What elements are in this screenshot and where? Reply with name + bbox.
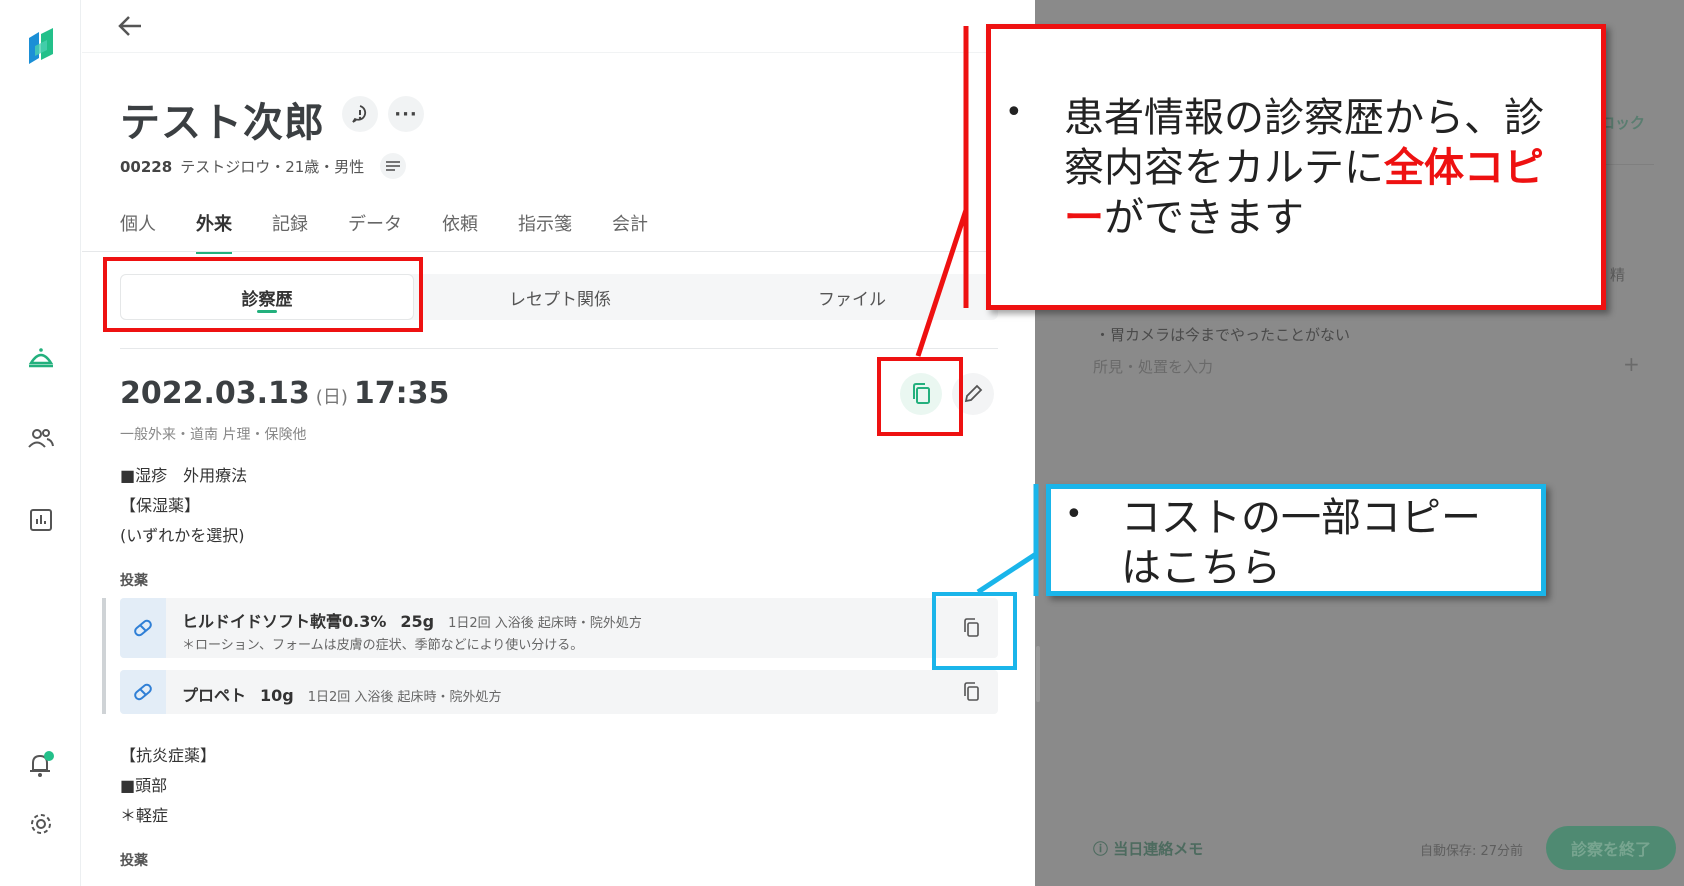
scrollbar[interactable] [1036, 646, 1040, 702]
patient-id: 00228 [120, 158, 173, 176]
pill-icon [120, 598, 166, 658]
patient-tabs: 個人 外来 記録 データ 依頼 指示箋 会計 [120, 210, 688, 254]
tab-billing[interactable]: 会計 [612, 210, 648, 254]
callout-line: はこちら [1121, 545, 1281, 591]
sidebar [0, 0, 81, 886]
med-instruction: 1日2回 入浴後 起床時・院外処方 [307, 690, 502, 705]
more-button[interactable]: ··· [388, 96, 424, 132]
med-qty: 25g [400, 612, 435, 631]
med-note: ＊ローション、フォームは皮膚の症状、季節などにより使い分ける。 [182, 638, 584, 653]
pencil-icon [964, 384, 983, 403]
divider [82, 52, 1035, 53]
callout-line: 患者情報の診察歴から、診 [1064, 95, 1544, 141]
note-line: 【保湿薬】 [120, 496, 201, 515]
subtab-files[interactable]: ファイル [706, 274, 998, 320]
app-root: テスト次郎 ··· 00228 テストジロウ・21歳・男性 個人 外来 記録 デー… [0, 0, 1684, 886]
visit-date: 2022.03.13 [120, 376, 310, 411]
add-button[interactable]: + [1623, 352, 1640, 376]
pill-icon [120, 670, 166, 714]
patient-meta: 00228 テストジロウ・21歳・男性 [120, 156, 364, 177]
gear-icon[interactable] [0, 804, 81, 844]
patient-name: テスト次郎 [120, 100, 325, 146]
highlight-visit-history [103, 257, 423, 332]
callout-line: ーができます [1064, 195, 1304, 241]
alert-icon [352, 105, 367, 123]
bullet: • [1065, 497, 1083, 532]
copy-icon [964, 682, 979, 701]
divider [82, 251, 1035, 252]
drug-section-label: 投薬 [120, 573, 148, 589]
patient-panel: テスト次郎 ··· 00228 テストジロウ・21歳・男性 個人 外来 記録 デー… [82, 0, 1035, 886]
med-group-bar [102, 598, 106, 714]
patient-details: テストジロウ・21歳・男性 [180, 158, 365, 176]
callout-line: 察内容をカルテに全体コピ [1064, 145, 1544, 191]
alert-button[interactable] [342, 96, 378, 132]
tab-requests[interactable]: 依頼 [442, 210, 478, 254]
highlight-copy-med [932, 592, 1017, 670]
tab-instructions[interactable]: 指示箋 [518, 210, 572, 254]
finish-exam-button[interactable]: 診察を終了 [1546, 826, 1676, 870]
more-icon: ··· [394, 103, 418, 125]
daily-memo-link[interactable]: ⓘ 当日連絡メモ [1093, 838, 1203, 859]
callout-full-copy: • 患者情報の診察歴から、診 察内容をカルテに全体コピ ーができます [986, 24, 1606, 310]
notification-bell-icon[interactable] [0, 744, 81, 784]
copy-med-button[interactable] [956, 676, 988, 708]
bullet: • [1005, 95, 1023, 130]
tab-outpatient[interactable]: 外来 [196, 210, 232, 254]
note-line: 【抗炎症薬】 [120, 746, 217, 765]
visit-datetime: 2022.03.13 (日) 17:35 [120, 376, 449, 411]
bell-tray-icon[interactable] [0, 338, 81, 378]
autosave-status: 自動保存: 27分前 [1420, 844, 1524, 859]
note-line: (いずれかを選択) [120, 526, 245, 545]
callout-line: コストの一部コピー [1121, 495, 1481, 541]
visit-subinfo: 一般外来・道南 片理・保険他 [120, 427, 307, 443]
partial-label: ロック [1600, 114, 1646, 132]
tab-records[interactable]: 記録 [272, 210, 308, 254]
lines-icon [386, 161, 400, 171]
memo-icon: ⓘ [1093, 840, 1114, 858]
med-item: プロペト 10g 1日2回 入浴後 起床時・院外処方 [120, 670, 998, 714]
app-logo-icon[interactable] [0, 28, 81, 68]
callout-partial-copy: • コストの一部コピー はこちら [1046, 484, 1546, 596]
drug-section-label: 投薬 [120, 853, 148, 869]
tab-personal[interactable]: 個人 [120, 210, 156, 254]
findings-input[interactable]: 所見・処置を入力 [1093, 356, 1213, 377]
med-name: ヒルドイドソフト軟膏0.3% 25g 1日2回 入浴後 起床時・院外処方 [182, 612, 642, 631]
note-line: ■湿疹 外用療法 [120, 466, 248, 485]
menu-button[interactable] [380, 153, 406, 179]
chart-icon[interactable] [0, 500, 81, 540]
subtab-receipt[interactable]: レセプト関係 [414, 274, 706, 320]
tab-data[interactable]: データ [348, 210, 402, 254]
note-line: ＊軽症 [120, 806, 169, 825]
note-line: ■頭部 [120, 776, 168, 795]
visit-time: 17:35 [353, 376, 450, 411]
med-name: プロペト 10g 1日2回 入浴後 起床時・院外処方 [182, 686, 502, 705]
med-qty: 10g [260, 686, 294, 705]
divider [120, 348, 998, 349]
karte-text: ・胃カメラは今までやったことがない [1095, 326, 1351, 344]
arrow-left-icon [118, 16, 141, 36]
highlight-copy-all [877, 357, 963, 436]
users-icon[interactable] [0, 418, 81, 458]
back-button[interactable] [110, 6, 150, 46]
med-instruction: 1日2回 入浴後 起床時・院外処方 [448, 616, 642, 631]
visit-dow: (日) [315, 387, 348, 408]
med-item: ヒルドイドソフト軟膏0.3% 25g 1日2回 入浴後 起床時・院外処方 ＊ローショ… [120, 598, 998, 658]
